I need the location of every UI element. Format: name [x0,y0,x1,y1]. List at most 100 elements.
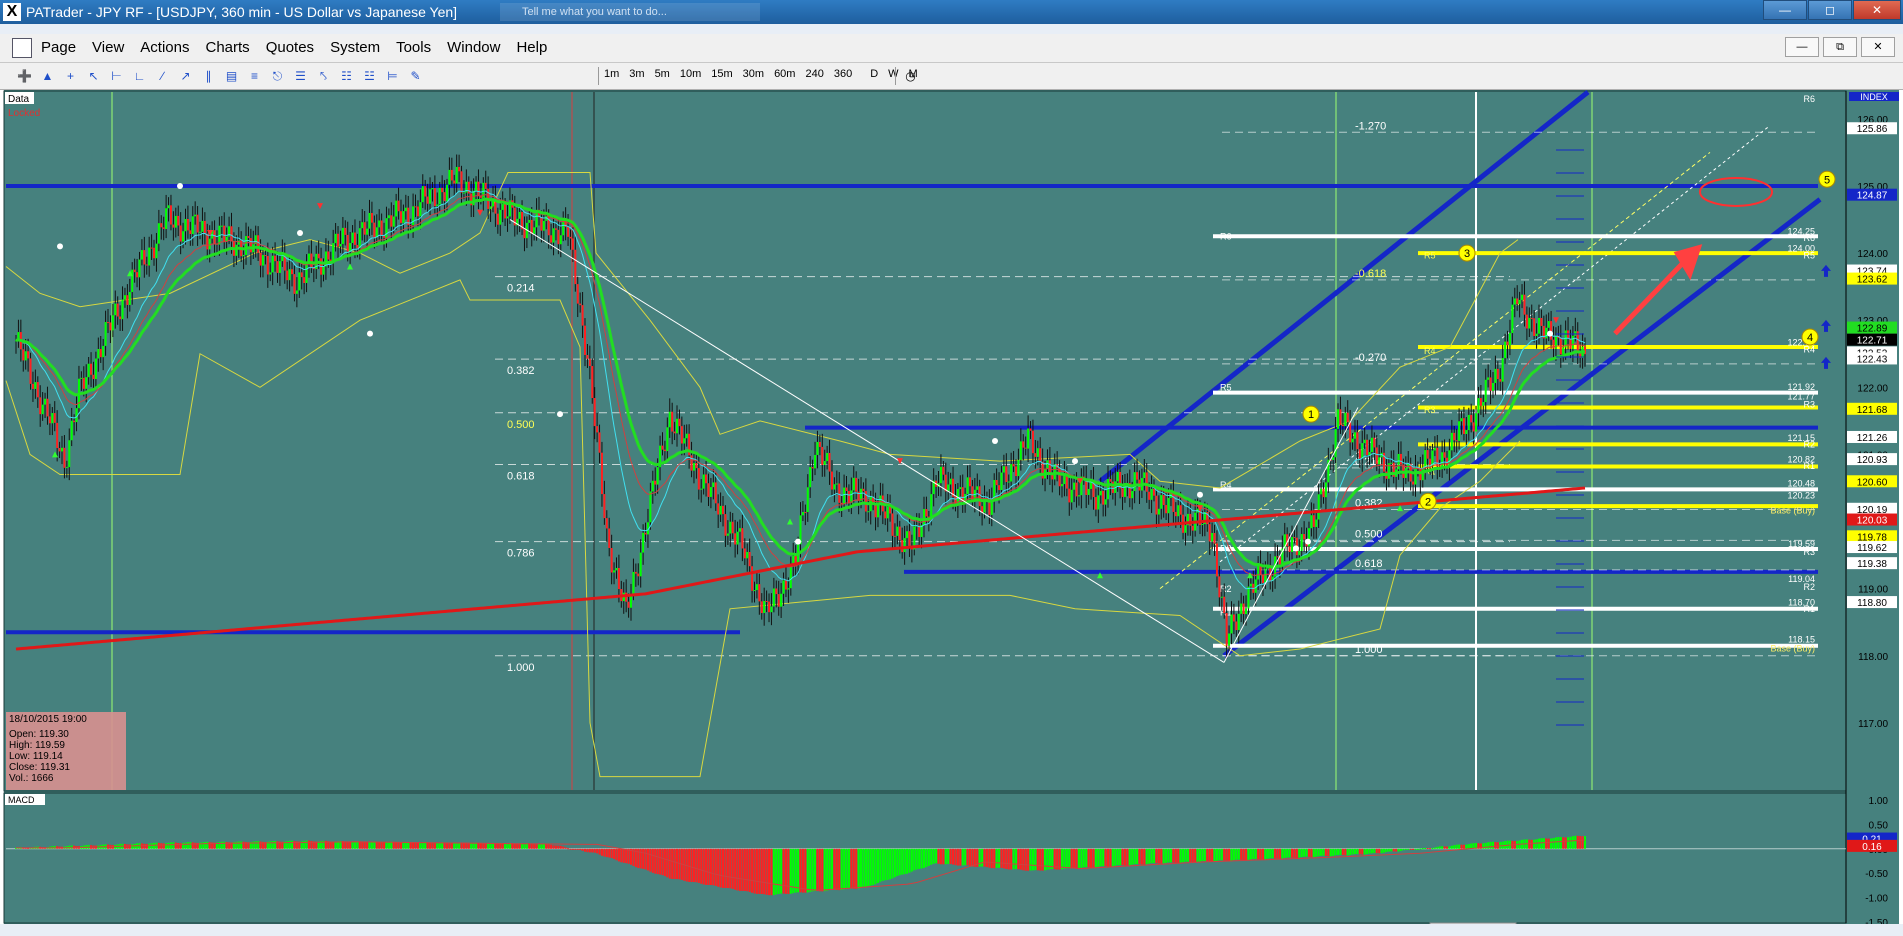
macd-bar [891,848,894,879]
macd-bar [1061,848,1063,870]
macd-bar [465,843,468,849]
candle-body [123,295,126,300]
macd-bar [729,848,732,889]
macd-bar [356,841,359,849]
candle-body [431,188,434,190]
candle-body [90,363,93,375]
candle-body [722,505,725,515]
candle-body [242,254,245,257]
candle-body [876,504,879,518]
macd-bar [496,843,499,849]
blue-up-arrow-1 [1821,319,1831,332]
candle-body [378,220,381,228]
candle-body [1298,550,1301,556]
price-badge-7: 122.43 [1857,354,1888,365]
price-axis-label-2: 124.00 [1857,249,1888,260]
macd-bar [1002,848,1005,869]
candle-body [213,230,216,244]
candle-body [661,445,664,450]
candle-body [581,305,584,326]
candle-body [1303,534,1306,540]
macd-bar [380,842,383,849]
swing-point-6 [992,438,998,444]
macd-bar [1189,848,1192,862]
macd-bar [404,842,407,849]
macd-bar [1157,848,1160,864]
macd-bar [1271,848,1274,859]
macd-bar [433,843,436,849]
candle-body [1399,453,1402,465]
candle-body [1545,327,1548,339]
candle-body [361,222,364,229]
macd-bar [770,848,773,896]
candle-body [1070,489,1073,503]
candle-body [770,606,773,613]
candle-body [1097,495,1100,510]
macd-bar [167,842,170,849]
macd-bar [649,848,652,872]
candle-body [1005,466,1008,482]
sell-arrow-6 [1553,317,1559,324]
macd-bar [1450,845,1453,849]
candle-body [1232,614,1235,622]
candle-body [782,580,785,594]
macd-bar [1341,848,1344,856]
price-badge-3: 123.62 [1857,275,1888,286]
candle-body [395,200,398,217]
candle-body [107,322,110,324]
buy-arrow-3 [787,518,793,525]
macd-bar [971,848,974,867]
macd-bar [615,848,618,861]
candle-body [768,601,771,613]
candle-body [409,225,412,227]
macd-bar [1315,848,1318,857]
macd-bar [1467,844,1470,849]
candle-body [99,348,102,358]
candle-body [206,233,209,250]
macd-bar [571,848,574,850]
macd-badge-1: 0.16 [1862,842,1882,853]
candle-body [121,299,124,320]
swing-point-2 [297,229,303,236]
candle-body [615,567,618,571]
candle-body [1460,418,1463,422]
macd-bar [516,843,519,849]
candle-body [1237,613,1240,631]
candle-body [1218,576,1221,598]
info-open: Open: 119.30 [9,729,69,740]
macd-bar [1312,848,1315,858]
macd-bar [1370,848,1373,854]
macd-bar [1387,848,1390,852]
candle-body [1145,472,1148,492]
price-chart-svg[interactable]: Data Locked INDEX 0.214 0.382 0.500 0.618 0.786… [0,0,1903,936]
macd-bar [506,843,509,849]
candle-body [1571,335,1574,349]
candle-body [1240,603,1243,614]
macd-bar [927,848,930,866]
macd-bar [1182,848,1185,863]
macd-bar [642,848,645,869]
candle-body [579,303,582,306]
macd-bar [397,842,400,849]
candle-body [169,205,172,225]
macd-bar [949,848,952,865]
candle-body [1104,499,1107,505]
candle-body [504,204,507,219]
macd-bar [1174,848,1177,863]
wave-label-1: 1 [1308,409,1314,421]
candle-body [436,204,439,207]
candle-body [930,494,933,518]
macd-bar [1455,844,1458,849]
buy-arrow-2 [347,263,353,270]
macd-bar [426,842,429,849]
macd-bar [780,848,783,894]
candle-body [726,533,729,536]
candle-body [801,512,804,516]
macd-bar [1094,848,1097,868]
candle-body [971,486,974,500]
macd-bar [608,848,611,858]
candle-body [300,272,303,278]
wave-label-5: 5 [1824,174,1830,186]
macd-bar [855,848,858,889]
macd-bar [782,848,785,894]
